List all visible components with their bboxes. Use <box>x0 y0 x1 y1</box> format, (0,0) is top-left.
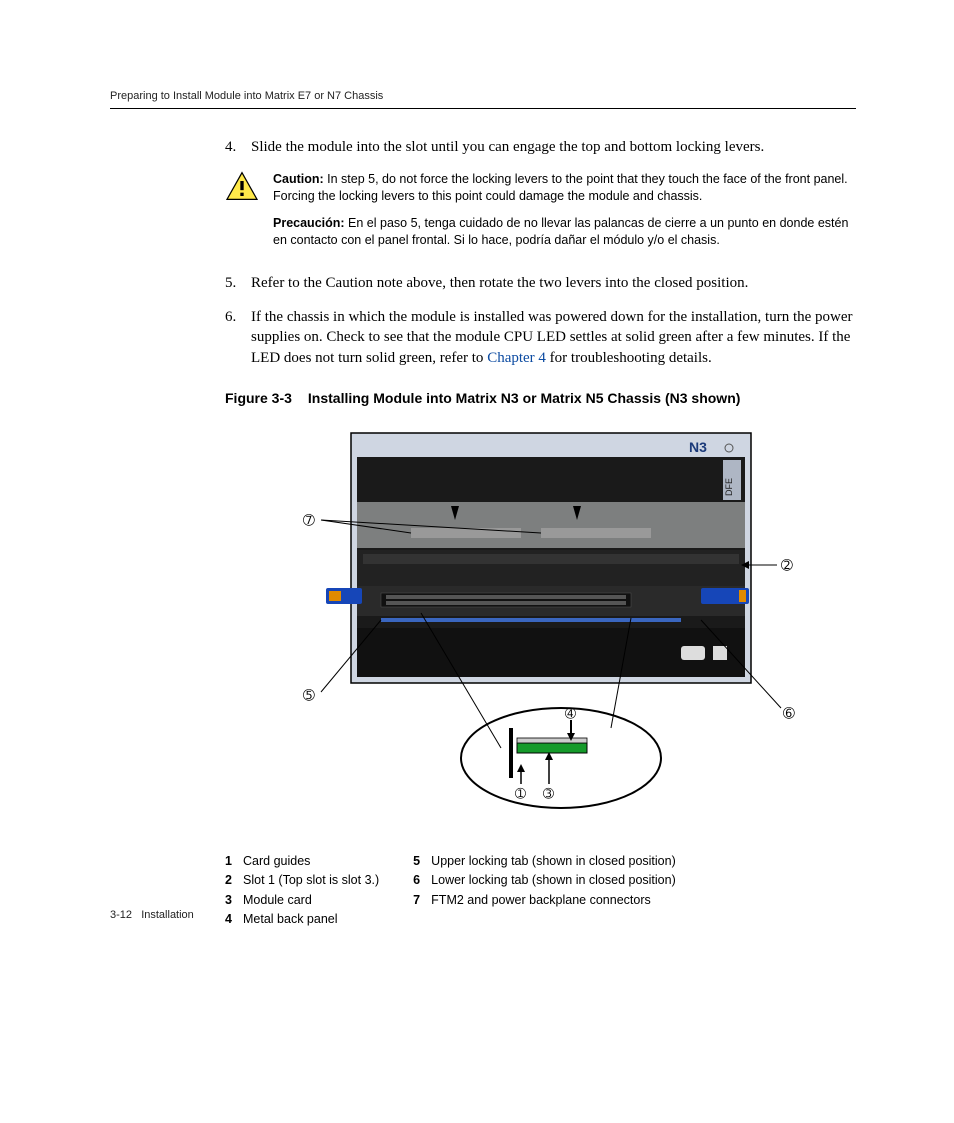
svg-text:DFE: DFE <box>724 478 734 496</box>
caution-box: Caution: In step 5, do not force the loc… <box>225 171 856 259</box>
callout-1: ➀ <box>515 786 526 801</box>
legend-row: 6Lower locking tab (shown in closed posi… <box>413 871 676 890</box>
figure-3-3: N3 DFE ➆ <box>225 428 856 828</box>
device-label: N3 <box>689 439 707 455</box>
step-number: 6. <box>225 307 251 368</box>
callout-2: ➁ <box>781 557 793 573</box>
legend-row: 7FTM2 and power backplane connectors <box>413 891 676 910</box>
callout-7: ➆ <box>303 512 315 528</box>
step-4: 4. Slide the module into the slot until … <box>225 137 856 157</box>
step-6: 6. If the chassis in which the module is… <box>225 307 856 368</box>
step-text: Refer to the Caution note above, then ro… <box>251 273 748 293</box>
step-5: 5. Refer to the Caution note above, then… <box>225 273 856 293</box>
callout-4: ➃ <box>565 706 576 721</box>
legend-row: 1Card guides <box>225 852 379 871</box>
legend-row: 3Module card <box>225 891 379 910</box>
step-text: If the chassis in which the module is in… <box>251 307 856 368</box>
legend-row: 4Metal back panel <box>225 910 379 929</box>
callout-3: ➂ <box>543 786 554 801</box>
legend-row: 5Upper locking tab (shown in closed posi… <box>413 852 676 871</box>
step-number: 5. <box>225 273 251 293</box>
caution-es: Precaución: En el paso 5, tenga cuidado … <box>273 215 856 249</box>
callout-5: ➄ <box>303 687 315 703</box>
running-header: Preparing to Install Module into Matrix … <box>110 90 856 109</box>
legend-row: 2Slot 1 (Top slot is slot 3.) <box>225 871 379 890</box>
step-text: Slide the module into the slot until you… <box>251 137 764 157</box>
figure-title: Figure 3-3Installing Module into Matrix … <box>225 390 856 406</box>
figure-legend: 1Card guides 2Slot 1 (Top slot is slot 3… <box>225 852 856 930</box>
callout-6: ➅ <box>783 705 795 721</box>
caution-icon <box>225 171 259 259</box>
page-footer: 3-12 Installation <box>110 909 194 921</box>
caution-en: Caution: In step 5, do not force the loc… <box>273 171 856 205</box>
chapter-4-link[interactable]: Chapter 4 <box>487 350 546 366</box>
step-number: 4. <box>225 137 251 157</box>
